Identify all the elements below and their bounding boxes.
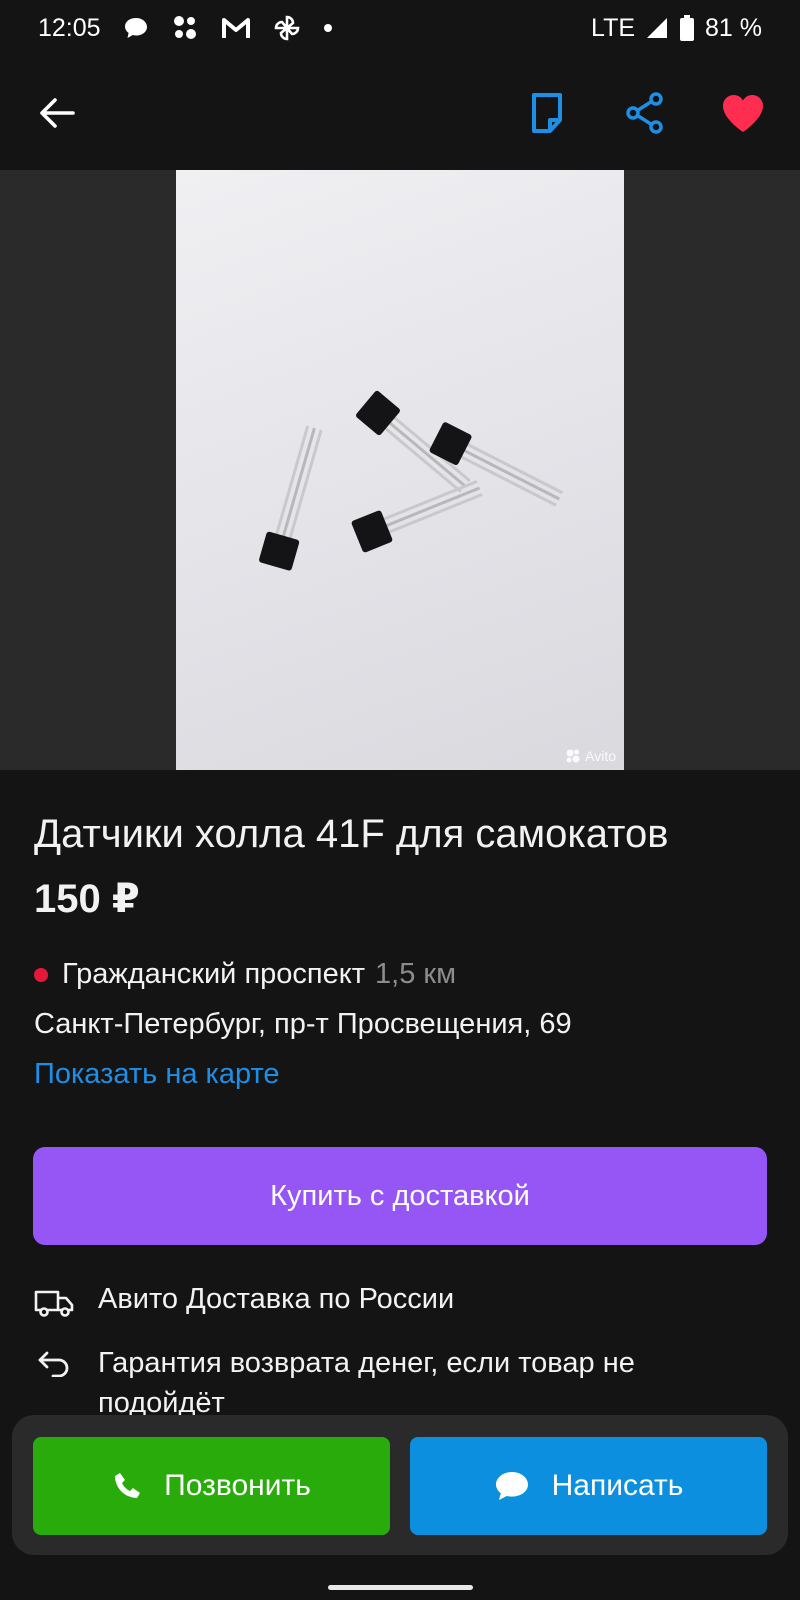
status-bar: 12:05 LTE 81 % <box>0 0 800 56</box>
battery-icon <box>679 15 695 41</box>
chat-notification-icon <box>123 16 149 40</box>
message-button[interactable]: Написать <box>410 1437 767 1535</box>
share-icon <box>626 92 663 134</box>
call-button-label: Позвонить <box>164 1469 311 1502</box>
back-button[interactable] <box>30 86 84 140</box>
call-button[interactable]: Позвонить <box>33 1437 390 1535</box>
listing-price: 150 ₽ <box>34 877 140 921</box>
more-notifications-dot-icon <box>323 23 333 33</box>
signal-icon <box>645 16 669 40</box>
avito-watermark: Avito <box>565 748 616 764</box>
pinwheel-icon <box>273 14 301 42</box>
network-type: LTE <box>591 13 636 42</box>
refund-feature: Гарантия возврата денег, если товар не п… <box>34 1343 734 1423</box>
show-on-map-link[interactable]: Показать на карте <box>34 1058 280 1091</box>
watermark-text: Avito <box>585 748 616 764</box>
battery-level: 81 % <box>705 13 762 42</box>
add-note-button[interactable] <box>520 86 574 140</box>
heart-icon <box>723 95 763 132</box>
gesture-nav-handle[interactable] <box>328 1585 473 1590</box>
app-dots-icon <box>171 14 199 42</box>
avito-logo-icon <box>566 749 580 763</box>
share-button[interactable] <box>618 86 672 140</box>
app-bar <box>0 56 800 170</box>
chat-bubble-icon <box>495 1472 528 1500</box>
product-photo[interactable]: Avito <box>176 170 624 770</box>
metro-name: Гражданский проспект <box>62 958 366 990</box>
message-button-label: Написать <box>551 1469 684 1502</box>
phone-icon <box>115 1473 141 1498</box>
note-icon <box>532 93 562 133</box>
delivery-text: Авито Доставка по России <box>98 1283 455 1315</box>
refund-text: Гарантия возврата денег, если товар не п… <box>98 1347 635 1419</box>
metro-distance: 1,5 км <box>375 958 457 990</box>
metro-station: Гражданский проспект 1,5 км <box>34 958 456 991</box>
status-time: 12:05 <box>38 13 101 42</box>
favorite-button[interactable] <box>716 86 770 140</box>
back-arrow-icon <box>40 98 75 128</box>
hall-sensors-image <box>259 390 564 571</box>
delivery-feature: Авито Доставка по России <box>34 1283 454 1323</box>
truck-icon <box>34 1283 74 1323</box>
gmail-icon <box>221 16 251 40</box>
address: Санкт-Петербург, пр-т Просвещения, 69 <box>34 1008 572 1040</box>
metro-line-dot-icon <box>34 967 48 982</box>
buy-with-delivery-button[interactable]: Купить с доставкой <box>33 1147 767 1245</box>
photo-gallery[interactable]: Avito <box>0 170 800 770</box>
return-arrow-icon <box>34 1343 74 1383</box>
listing-title: Датчики холла 41F для самокатов <box>34 812 669 856</box>
